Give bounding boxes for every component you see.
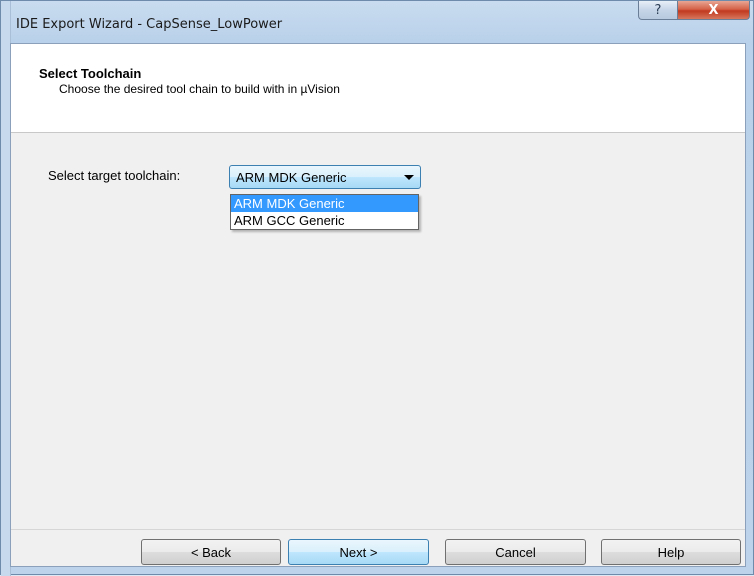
wizard-header: Select Toolchain Choose the desired tool… — [11, 44, 745, 133]
toolchain-label: Select target toolchain: — [48, 168, 181, 183]
title-bar[interactable]: IDE Export Wizard - CapSense_LowPower ? … — [10, 1, 753, 43]
toolchain-select-value: ARM MDK Generic — [236, 170, 347, 185]
page-title: Select Toolchain — [39, 66, 142, 81]
chevron-down-icon[interactable] — [404, 175, 414, 180]
toolchain-option-arm-mdk[interactable]: ARM MDK Generic — [231, 195, 418, 212]
footer-divider — [11, 529, 745, 530]
back-button[interactable]: < Back — [141, 539, 281, 565]
question-mark-icon: ? — [654, 2, 662, 18]
close-button[interactable]: X — [677, 1, 750, 20]
help-button[interactable]: Help — [601, 539, 741, 565]
cancel-button[interactable]: Cancel — [445, 539, 586, 565]
wizard-window: IDE Export Wizard - CapSense_LowPower ? … — [0, 0, 754, 576]
page-subtitle: Choose the desired tool chain to build w… — [59, 82, 340, 96]
window-title: IDE Export Wizard - CapSense_LowPower — [16, 17, 283, 32]
toolchain-option-arm-gcc[interactable]: ARM GCC Generic — [231, 212, 418, 229]
close-icon: X — [708, 2, 719, 18]
help-caption-button[interactable]: ? — [638, 1, 678, 20]
toolchain-dropdown-list: ARM MDK Generic ARM GCC Generic — [230, 194, 419, 230]
toolchain-select[interactable]: ARM MDK Generic — [229, 165, 421, 189]
next-button[interactable]: Next > — [288, 539, 429, 565]
wizard-body: Select Toolchain Choose the desired tool… — [10, 43, 746, 567]
